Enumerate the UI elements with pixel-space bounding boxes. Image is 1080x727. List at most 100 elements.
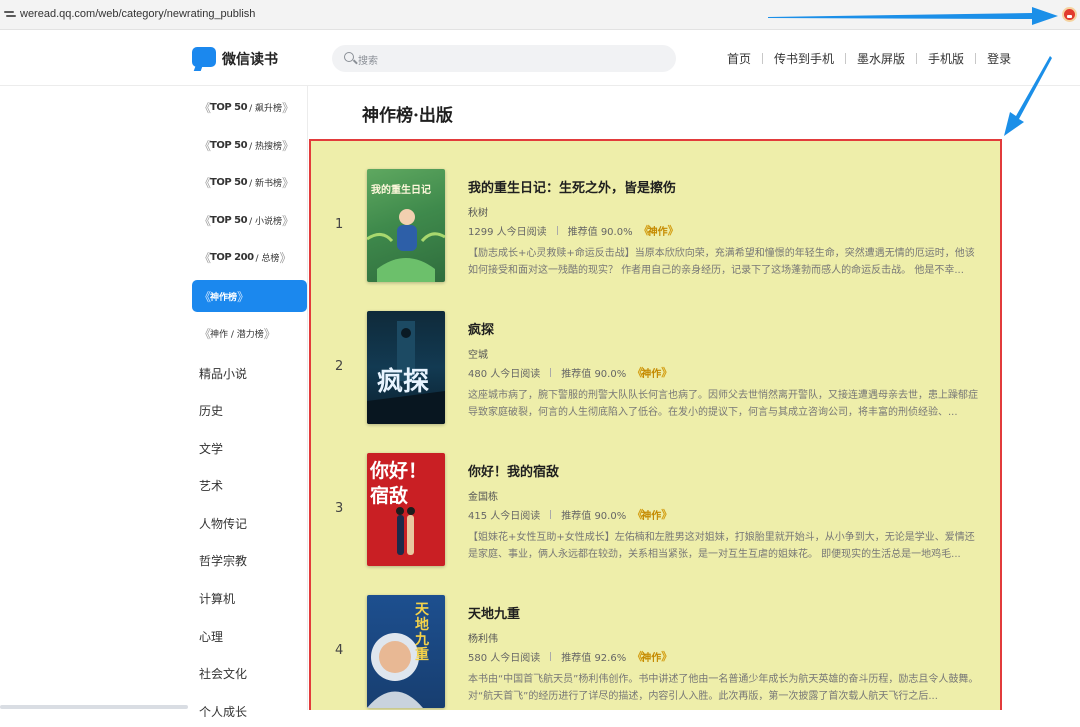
sidebar-item-fiction[interactable]: 精品小说 bbox=[192, 357, 307, 389]
book-description: 【姐妹花+女性互助+女性成长】左佑楠和左胜男这对姐妹，打娘胎里就开始斗，从小争到… bbox=[468, 532, 975, 560]
reader-count: 480 人今日阅读 bbox=[468, 368, 541, 380]
book-author[interactable]: 空城 bbox=[468, 346, 488, 361]
masterpiece-badge: 《神作》 bbox=[632, 364, 672, 380]
book-title[interactable]: 天地九重 bbox=[468, 603, 520, 622]
cover-title-text: 你好！宿敌 bbox=[370, 460, 428, 507]
sidebar-item-society[interactable]: 社会文化 bbox=[192, 657, 307, 689]
page-title: 神作榜·出版 bbox=[362, 106, 453, 126]
book-author[interactable]: 金国栋 bbox=[468, 488, 498, 503]
laurel-icon: 《 bbox=[199, 250, 211, 265]
search-icon bbox=[344, 52, 354, 62]
laurel-icon: 《 bbox=[199, 213, 211, 228]
reader-count: 580 人今日阅读 bbox=[468, 652, 541, 664]
sidebar-item-computing[interactable]: 计算机 bbox=[192, 582, 307, 614]
book-list-item[interactable]: 4 天地九重 天地九重 杨利伟 580 人今日阅读 推荐值 92.6% 《神作》… bbox=[311, 595, 1000, 710]
sidebar-item-masterpiece-potential[interactable]: 《神作 / 潜力榜》 bbox=[192, 317, 307, 349]
search-placeholder: 搜索 bbox=[358, 56, 378, 67]
badge-text: 神作 bbox=[647, 226, 668, 238]
badge-big: TOP 200 bbox=[210, 251, 254, 263]
logo-text[interactable]: 微信读书 bbox=[222, 49, 278, 69]
sidebar-item-top50-novels[interactable]: 《 TOP 50/ 小说榜》 bbox=[192, 204, 307, 236]
book-stats: 580 人今日阅读 推荐值 92.6% 《神作》 bbox=[468, 648, 672, 664]
nav-eink[interactable]: 墨水屏版 bbox=[846, 50, 916, 67]
cover-title-text: 天地九重 bbox=[415, 602, 429, 663]
sidebar-item-top50-hot-search[interactable]: 《 TOP 50/ 热搜榜》 bbox=[192, 129, 307, 161]
nav-mobile[interactable]: 手机版 bbox=[917, 50, 975, 67]
sidebar-item-psychology[interactable]: 心理 bbox=[192, 620, 307, 652]
badge-big: TOP 50 bbox=[210, 139, 248, 151]
reader-count: 1299 人今日阅读 bbox=[468, 226, 547, 238]
stats-divider bbox=[550, 367, 552, 377]
sidebar-item-literature[interactable]: 文学 bbox=[192, 432, 307, 464]
sidebar-item-art[interactable]: 艺术 bbox=[192, 469, 307, 501]
sidebar-item-label: 人物传记 bbox=[199, 516, 248, 531]
stats-divider bbox=[550, 509, 552, 519]
book-description: 本书由“中国首飞航天员”杨利伟创作。书中讲述了他由一名普通少年成长为航天英雄的奋… bbox=[468, 674, 979, 702]
sidebar-item-history[interactable]: 历史 bbox=[192, 394, 307, 426]
laurel-icon: 《 bbox=[199, 326, 211, 341]
laurel-icon: 《 bbox=[632, 508, 643, 521]
recommend-value: 推荐值 92.6% bbox=[561, 652, 627, 664]
site-header: 微信读书 搜索 首页 传书到手机 墨水屏版 手机版 登录 bbox=[0, 30, 1080, 86]
sidebar-item-label: 心理 bbox=[199, 629, 224, 644]
book-cover[interactable]: 疯探 bbox=[367, 311, 445, 424]
nav-login[interactable]: 登录 bbox=[976, 50, 1022, 67]
book-cover[interactable]: 我的重生日记 bbox=[367, 169, 445, 282]
recommend-value: 推荐值 90.0% bbox=[567, 226, 633, 238]
book-rank: 1 bbox=[335, 217, 344, 232]
masterpiece-badge: 《神作》 bbox=[638, 222, 679, 238]
book-title[interactable]: 疯探 bbox=[468, 319, 494, 338]
sidebar-item-masterpiece[interactable]: 《神作榜》 bbox=[192, 280, 307, 312]
laurel-icon: 》 bbox=[281, 213, 294, 228]
badge-sub: 神作榜 bbox=[210, 292, 238, 303]
book-list-item[interactable]: 3 你好！宿敌 你好！我的宿敌 金国栋 415 人今日阅读 推荐值 90.0% … bbox=[311, 453, 1000, 595]
badge-big: TOP 50 bbox=[210, 214, 248, 226]
laurel-icon: 》 bbox=[667, 224, 679, 237]
laurel-icon: 》 bbox=[263, 326, 276, 341]
laurel-icon: 》 bbox=[281, 138, 294, 153]
browser-extension-icon[interactable] bbox=[1062, 7, 1077, 22]
url-text[interactable]: weread.qq.com/web/category/newrating_pub… bbox=[20, 8, 255, 20]
sidebar-item-label: 个人成长 bbox=[199, 704, 248, 719]
recommend-value: 推荐值 90.0% bbox=[561, 510, 627, 522]
book-cover[interactable]: 你好！宿敌 bbox=[367, 453, 445, 566]
sidebar-item-growth[interactable]: 个人成长 bbox=[192, 695, 307, 727]
book-author[interactable]: 秋树 bbox=[468, 204, 488, 219]
weread-logo-icon[interactable] bbox=[192, 47, 216, 67]
book-description: 这座城市病了，腕下警服的刑警大队队长何言也病了。因师父去世悄然离开警队，又接连遭… bbox=[468, 390, 978, 418]
search-input[interactable]: 搜索 bbox=[332, 45, 676, 72]
badge-sub: 神作 / 潜力榜 bbox=[210, 329, 264, 340]
book-title[interactable]: 你好！我的宿敌 bbox=[468, 461, 559, 480]
sidebar-item-biography[interactable]: 人物传记 bbox=[192, 507, 307, 539]
sidebar-item-label: 哲学宗教 bbox=[199, 553, 248, 568]
sidebar-item-top50-new-books[interactable]: 《 TOP 50/ 新书榜》 bbox=[192, 166, 307, 198]
cover-title-text: 我的重生日记 bbox=[371, 185, 431, 196]
browser-address-bar[interactable]: weread.qq.com/web/category/newrating_pub… bbox=[0, 0, 1080, 30]
book-list-panel: 1 我的重生日记 我的重生日记：生死之外，皆是擦伤 秋树 1299 人今日阅读 … bbox=[309, 139, 1002, 710]
book-author[interactable]: 杨利伟 bbox=[468, 630, 498, 645]
book-list-item[interactable]: 1 我的重生日记 我的重生日记：生死之外，皆是擦伤 秋树 1299 人今日阅读 … bbox=[311, 169, 1000, 311]
laurel-icon: 《 bbox=[199, 138, 211, 153]
book-description: 【励志成长+心灵救赎+命运反击战】当原本欣欣向荣，充满希望和憧憬的年轻生命，突然… bbox=[468, 248, 975, 276]
laurel-icon: 《 bbox=[632, 366, 643, 379]
badge-sub: / 新书榜 bbox=[249, 178, 282, 189]
sidebar-item-label: 计算机 bbox=[199, 591, 236, 606]
laurel-icon: 《 bbox=[638, 224, 650, 237]
badge-big: TOP 50 bbox=[210, 101, 248, 113]
top-nav: 首页 传书到手机 墨水屏版 手机版 登录 bbox=[716, 50, 1022, 67]
nav-home[interactable]: 首页 bbox=[716, 50, 762, 67]
laurel-icon: 》 bbox=[661, 366, 672, 379]
sidebar-item-top50-rising[interactable]: 《 TOP 50/ 飙升榜》 bbox=[192, 91, 307, 123]
badge-sub: / 飙升榜 bbox=[249, 103, 282, 114]
book-list-item[interactable]: 2 疯探 疯探 空城 480 人今日阅读 推荐值 90.0% 《神作》 这座城市… bbox=[311, 311, 1000, 453]
book-title[interactable]: 我的重生日记：生死之外，皆是擦伤 bbox=[468, 177, 676, 196]
site-settings-icon[interactable] bbox=[4, 9, 16, 21]
sidebar-item-philosophy[interactable]: 哲学宗教 bbox=[192, 544, 307, 576]
laurel-icon: 》 bbox=[279, 250, 291, 265]
sidebar-item-top200-overall[interactable]: 《 TOP 200/ 总榜》 bbox=[192, 241, 307, 273]
horizontal-scrollbar[interactable] bbox=[0, 705, 188, 709]
sidebar-item-label: 历史 bbox=[199, 403, 224, 418]
laurel-icon: 《 bbox=[199, 175, 211, 190]
nav-send-to-phone[interactable]: 传书到手机 bbox=[763, 50, 845, 67]
book-cover[interactable]: 天地九重 bbox=[367, 595, 445, 708]
